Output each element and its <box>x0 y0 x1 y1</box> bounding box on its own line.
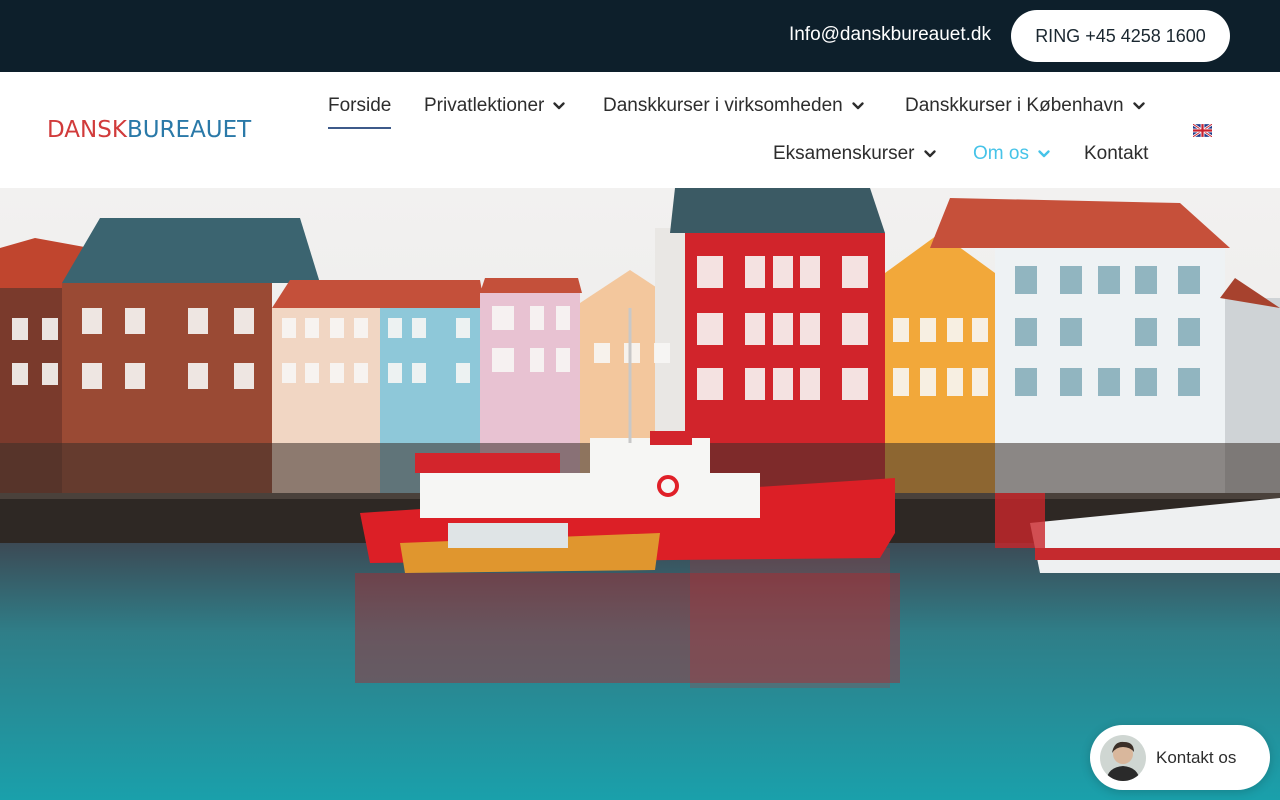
logo-part-bureauet: BUREAUET <box>126 117 252 143</box>
top-bar: Info@danskbureauet.dk RING +45 4258 1600 <box>0 0 1280 72</box>
chevron-down-icon <box>1038 150 1050 158</box>
chevron-down-icon <box>553 102 566 110</box>
call-button[interactable]: RING +45 4258 1600 <box>1011 10 1230 62</box>
nav-virksomheden-label: Danskkurser i virksomheden <box>603 95 843 116</box>
nyhavn-harbor-illustration <box>0 188 1280 800</box>
site-header: DANSKBUREAUET <box>0 72 1280 188</box>
hero-image <box>0 188 1280 800</box>
nav-forside-label: Forside <box>328 95 392 116</box>
chat-label: Kontakt os <box>1156 747 1237 767</box>
email-link[interactable]: Info@danskbureauet.dk <box>789 24 991 46</box>
nav-danskkurser-virksomheden[interactable]: Danskkurser i virksomheden <box>603 92 865 120</box>
uk-flag-icon[interactable] <box>1193 124 1212 137</box>
nav-eksamenskurser[interactable]: Eksamenskurser <box>773 140 937 168</box>
logo-part-dansk: DANSK <box>47 117 127 143</box>
nav-privatlektioner-label: Privatlektioner <box>424 95 545 116</box>
chevron-down-icon <box>923 150 936 158</box>
nav-kontakt-label: Kontakt <box>1084 143 1149 164</box>
nav-om-os-label: Om os <box>973 143 1029 164</box>
nav-kontakt[interactable]: Kontakt <box>1084 140 1148 168</box>
nav-om-os[interactable]: Om os <box>973 140 1051 168</box>
nav-forside[interactable]: Forside <box>328 92 392 129</box>
avatar <box>1100 734 1146 781</box>
chevron-down-icon <box>852 102 864 110</box>
site-logo[interactable]: DANSKBUREAUET <box>47 116 251 144</box>
nav-eksamenskurser-label: Eksamenskurser <box>773 143 915 164</box>
contact-chat-widget[interactable]: Kontakt os <box>1090 725 1270 790</box>
nav-privatlektioner[interactable]: Privatlektioner <box>424 92 566 120</box>
nav-kobenhavn-label: Danskkurser i København <box>905 95 1124 116</box>
chevron-down-icon <box>1132 102 1145 110</box>
nav-danskkurser-kobenhavn[interactable]: Danskkurser i København <box>905 92 1146 120</box>
